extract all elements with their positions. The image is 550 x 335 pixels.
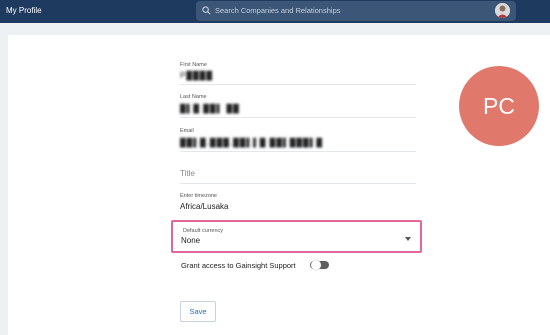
gainsight-access-label: Grant access to Gainsight Support [181,261,296,270]
page-title: My Profile [6,6,42,15]
top-bar: My Profile Search Companies and Relation… [0,0,550,23]
currency-value[interactable]: None [181,236,200,245]
email-label: Email [180,128,194,134]
user-avatar-icon [495,3,510,18]
search-bar[interactable]: Search Companies and Relationships [196,1,516,21]
divider [180,117,416,118]
email-value[interactable]: ██▌█.███.██▌▌█ ██▌███▌█ [180,138,323,147]
title-field[interactable]: Title [180,168,416,186]
email-field[interactable]: Email ██▌█.███.██▌▌█ ██▌███▌█ [180,128,416,152]
divider [180,84,416,85]
user-avatar[interactable] [495,3,510,18]
default-currency-select[interactable]: Default currency None [171,220,422,253]
last-name-value[interactable]: █▌█ ██▌ ██ [180,104,240,113]
divider [180,183,416,184]
last-name-field[interactable]: Last Name █▌█ ██▌ ██ [180,94,416,118]
timezone-field[interactable]: Enter timezone Africa/Lusaka [180,193,416,217]
search-icon [202,6,211,15]
profile-avatar[interactable]: PC [459,66,539,146]
save-button[interactable]: Save [180,301,216,322]
first-name-label: First Name [180,62,207,68]
toggle-knob [311,260,321,270]
timezone-label: Enter timezone [180,193,217,199]
caret-down-icon[interactable] [405,237,411,241]
search-input[interactable]: Search Companies and Relationships [215,6,341,15]
first-name-value[interactable]: P████ [180,71,213,80]
first-name-field[interactable]: First Name P████ [180,62,416,86]
last-name-label: Last Name [180,94,207,100]
currency-label: Default currency [183,228,224,234]
timezone-value[interactable]: Africa/Lusaka [180,202,228,211]
gainsight-access-toggle[interactable] [310,260,329,270]
title-placeholder[interactable]: Title [180,169,195,178]
divider [180,151,416,152]
